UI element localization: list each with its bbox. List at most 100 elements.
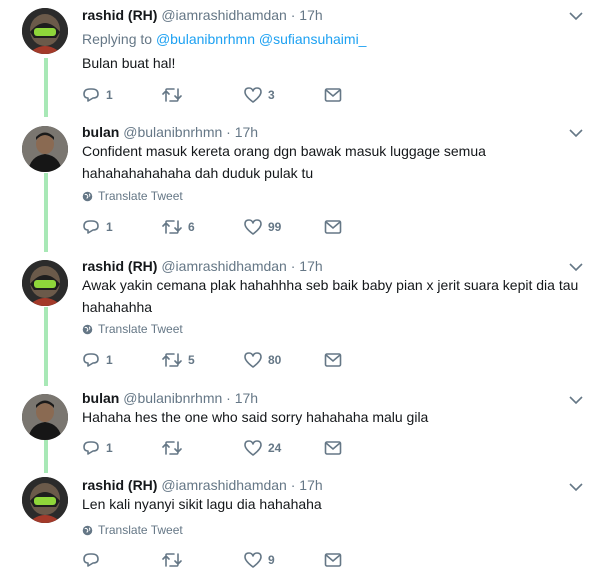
envelope-icon [324,353,342,367]
direct-message-button[interactable] [324,438,342,458]
display-name[interactable]: rashid (RH) [82,7,157,23]
envelope-icon [324,553,342,567]
chevron-down-icon[interactable] [569,128,583,138]
heart-icon [244,352,262,368]
envelope-icon [324,220,342,234]
retweet-button[interactable] [162,85,188,105]
like-button[interactable]: 3 [244,85,275,105]
like-button[interactable]: 9 [244,550,275,570]
direct-message-button[interactable] [324,217,342,237]
retweet-icon [162,553,182,567]
avatar[interactable] [22,126,68,172]
retweet-icon [162,88,182,102]
avatar[interactable] [22,8,68,54]
reply-button[interactable]: 1 [82,85,113,105]
reply-icon [83,353,99,367]
tweet[interactable]: rashid (RH) @iamrashidhamdan · 17h Len k… [0,473,613,571]
like-button[interactable]: 80 [244,350,281,370]
reply-count: 1 [106,220,113,234]
tweet[interactable]: rashid (RH) @iamrashidhamdan · 17h Reply… [0,0,613,118]
reply-count: 1 [106,353,113,367]
tweet[interactable]: bulan @bulanibnrhmn · 17h Hahaha hes the… [0,386,613,473]
retweet-icon [162,220,182,234]
direct-message-button[interactable] [324,550,342,570]
display-name[interactable]: rashid (RH) [82,258,157,274]
chevron-down-icon[interactable] [569,11,583,21]
translate-label[interactable]: Translate Tweet [98,188,183,204]
avatar[interactable] [22,477,68,523]
reply-icon [83,553,99,567]
reply-button[interactable]: 1 [82,350,113,370]
like-button[interactable]: 99 [244,217,281,237]
avatar[interactable] [22,260,68,306]
reply-button[interactable]: 1 [82,217,113,237]
translate-label[interactable]: Translate Tweet [98,321,183,337]
user-handle[interactable]: @iamrashidhamdan [161,258,287,274]
tweet[interactable]: rashid (RH) @iamrashidhamdan · 17h Awak … [0,252,613,386]
tweet-text: Bulan buat hal! [82,55,176,71]
user-handle[interactable]: @bulanibnrhmn [123,390,222,406]
like-count: 3 [268,88,275,102]
avatar[interactable] [22,394,68,440]
tweet-text-line: hahahahha [82,299,153,315]
mention-link[interactable]: @sufiansuhaimi_ [259,31,367,47]
user-handle[interactable]: @iamrashidhamdan [161,477,287,493]
tweet-text: Hahaha hes the one who said sorry hahaha… [82,409,429,425]
separator-dot: · [290,477,296,493]
timestamp[interactable]: 17h [235,124,258,140]
reply-icon [83,441,99,455]
separator-dot: · [226,124,231,140]
heart-icon [244,87,262,103]
envelope-icon [324,88,342,102]
display-name[interactable]: bulan [82,124,119,140]
separator-dot: · [226,390,231,406]
timestamp[interactable]: 17h [235,390,258,406]
direct-message-button[interactable] [324,350,342,370]
replying-label: Replying to [82,31,153,47]
retweet-button[interactable]: 5 [162,350,195,370]
like-count: 9 [268,553,275,567]
retweet-button[interactable]: 6 [162,217,195,237]
chevron-down-icon[interactable] [569,395,583,405]
tweet[interactable]: bulan @bulanibnrhmn · 17h Confident masu… [0,118,613,252]
user-handle[interactable]: @bulanibnrhmn [123,124,222,140]
globe-icon [82,191,93,201]
mention-link[interactable]: @bulanibnrhmn [156,31,255,47]
reply-button[interactable] [82,550,106,570]
direct-message-button[interactable] [324,85,342,105]
reply-count: 1 [106,441,113,455]
translate-label[interactable]: Translate Tweet [98,522,183,538]
reply-count: 1 [106,88,113,102]
chevron-down-icon[interactable] [569,262,583,272]
display-name[interactable]: rashid (RH) [82,477,157,493]
display-name[interactable]: bulan [82,390,119,406]
heart-icon [244,219,262,235]
translate-tweet-link[interactable]: Translate Tweet [82,321,183,337]
reply-icon [83,220,99,234]
reply-icon [83,88,99,102]
globe-icon [82,525,93,535]
tweet-text-line: Awak yakin cemana plak hahahhha seb baik… [82,277,579,293]
retweet-icon [162,441,182,455]
tweet-text: Len kali nyanyi sikit lagu dia hahahaha [82,496,322,512]
retweet-button[interactable] [162,438,188,458]
tweet-text-line: hahahahahahaha dah duduk pulak tu [82,165,314,181]
timestamp[interactable]: 17h [299,477,322,493]
timestamp[interactable]: 17h [299,7,322,23]
user-handle[interactable]: @iamrashidhamdan [161,7,287,23]
retweet-button[interactable] [162,550,188,570]
retweet-count: 6 [188,220,195,234]
timestamp[interactable]: 17h [299,258,322,274]
globe-icon [82,324,93,334]
reply-button[interactable]: 1 [82,438,113,458]
separator-dot: · [290,7,296,23]
like-button[interactable]: 24 [244,438,281,458]
replying-to: Replying to @bulanibnrhmn @sufiansuhaimi… [82,30,366,48]
chevron-down-icon[interactable] [569,482,583,492]
translate-tweet-link[interactable]: Translate Tweet [82,522,183,538]
translate-tweet-link[interactable]: Translate Tweet [82,188,183,204]
tweet-text: Confident masuk kereta orang dgn bawak m… [82,140,582,184]
retweet-icon [162,353,182,367]
tweet-text-line: Confident masuk kereta orang dgn bawak m… [82,143,486,159]
envelope-icon [324,441,342,455]
